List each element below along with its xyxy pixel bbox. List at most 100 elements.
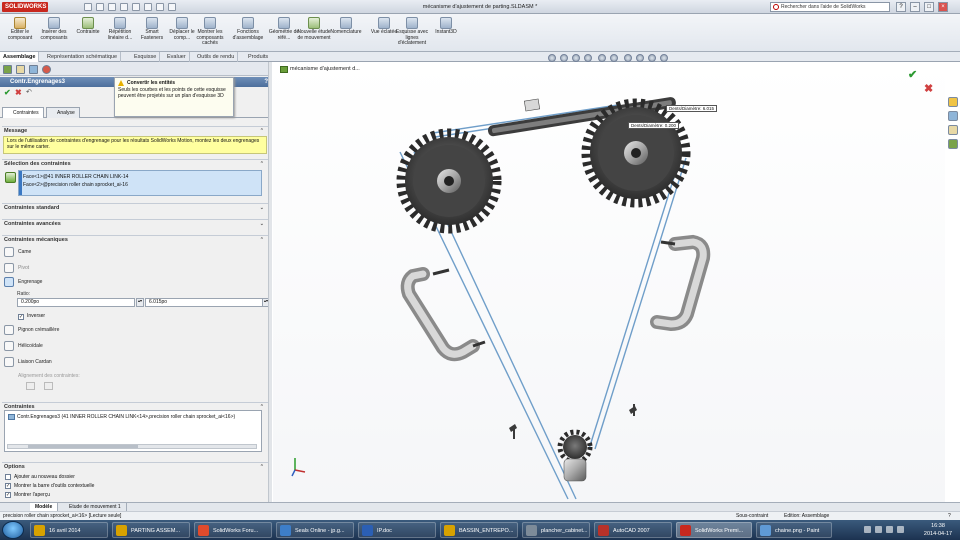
options-icon[interactable] <box>168 3 176 11</box>
property-manager-scrollbar[interactable] <box>268 62 272 502</box>
file-explorer-icon[interactable] <box>948 125 958 135</box>
display-style-icon[interactable] <box>610 54 618 62</box>
restore-button[interactable]: □ <box>924 2 934 12</box>
ratio-spinner-1[interactable]: ▴▾ <box>136 298 144 307</box>
cmd-button[interactable]: Nouvelle étude de mouvement <box>296 16 332 50</box>
solidworks-logo[interactable]: SOLIDWORKS <box>2 2 48 12</box>
taskbar-item[interactable]: SolidWorks Foru... <box>194 522 272 538</box>
view-orientation-icon[interactable] <box>598 54 606 62</box>
taskbar-item[interactable]: chaine.png - Paint <box>756 522 832 538</box>
scrollbar-thumb[interactable] <box>28 445 138 448</box>
confirm-cancel-icon[interactable]: ✖ <box>924 82 933 95</box>
taskbar-item[interactable]: plancher_cabinet... <box>522 522 590 538</box>
tab-evaluer[interactable]: Evaluer <box>164 52 190 62</box>
undo-icon[interactable] <box>132 3 140 11</box>
tab-assemblage[interactable]: Assemblage <box>0 52 40 62</box>
select-icon[interactable] <box>144 3 152 11</box>
clock[interactable]: 16:38 2014-04-17 <box>918 522 958 538</box>
mate-selection-list[interactable]: Face<1>@41 INNER ROLLER CHAIN LINK-14 Fa… <box>18 170 262 196</box>
collapse-icon[interactable]: ⌃ <box>260 236 264 244</box>
tab-esquisse[interactable]: Esquisse <box>131 52 161 62</box>
cmd-button[interactable]: Contrainte <box>70 16 106 50</box>
taskbar-item[interactable]: SolidWorks Premi... <box>676 522 752 538</box>
start-button[interactable] <box>2 521 24 539</box>
network-icon[interactable] <box>886 526 893 533</box>
anti-aligned-icon[interactable] <box>44 382 53 390</box>
mate-universal-joint[interactable]: Liaison Cardan <box>4 356 52 368</box>
expand-icon[interactable]: ⌄ <box>260 204 264 212</box>
minimize-button[interactable]: – <box>910 2 920 12</box>
collapse-icon[interactable]: ⌃ <box>260 127 264 135</box>
mates-list[interactable]: Contr.Engrenages3 (41 INNER ROLLER CHAIN… <box>4 410 262 452</box>
open-file-icon[interactable] <box>96 3 104 11</box>
mates-section-header[interactable]: Contraintes ⌃ <box>2 402 268 410</box>
cancel-icon[interactable]: ✖ <box>15 88 22 97</box>
previous-view-icon[interactable] <box>572 54 580 62</box>
help-search-input[interactable]: Rechercher dans l'aide de SolidWorks <box>770 2 890 12</box>
cmd-button[interactable]: Répétition linéaire d... <box>102 16 138 50</box>
new-file-icon[interactable] <box>84 3 92 11</box>
appearances-icon[interactable] <box>948 139 958 149</box>
print-icon[interactable] <box>120 3 128 11</box>
option-context-toolbar[interactable]: ✓ Montrer la barre d'outils contextuelle <box>5 482 94 490</box>
apply-scene-icon[interactable] <box>648 54 656 62</box>
resources-icon[interactable] <box>948 97 958 107</box>
advanced-mates-header[interactable]: Contraintes avancées ⌄ <box>2 219 268 227</box>
tab-representation-schematique[interactable]: Représentation schématique <box>44 52 122 62</box>
selection-item[interactable]: Face<2>@precision roller chain sprocket_… <box>23 181 128 189</box>
dimension-callout[interactable]: Dents/Diamètre: 0.200 <box>628 122 680 129</box>
graphics-area[interactable]: Dents/Diamètre: 6.015 Dents/Diamètre: 0.… <box>273 62 945 502</box>
horizontal-scrollbar[interactable] <box>7 444 257 449</box>
mechanical-mates-header[interactable]: Contraintes mécaniques ⌃ <box>2 235 268 243</box>
confirm-ok-icon[interactable]: ✔ <box>908 68 917 81</box>
message-section-header[interactable]: Message ⌃ <box>2 126 268 134</box>
tab-produits-office[interactable]: Produits Office <box>245 52 272 70</box>
cmd-button[interactable]: Nomenclature <box>328 16 364 50</box>
display-manager-icon[interactable] <box>42 65 51 74</box>
cmd-button[interactable]: Instant3D <box>428 16 464 50</box>
cmd-button[interactable]: Editer le composant <box>2 16 38 50</box>
flag-icon[interactable] <box>875 526 882 533</box>
taskbar-item[interactable]: IP.doc <box>358 522 436 538</box>
standard-mates-header[interactable]: Contraintes standard ⌄ <box>2 203 268 211</box>
options-section-header[interactable]: Options ⌃ <box>2 462 268 470</box>
view-settings-icon[interactable] <box>660 54 668 62</box>
design-library-icon[interactable] <box>948 111 958 121</box>
taskbar-item[interactable]: AutoCAD 2007 <box>594 522 672 538</box>
taskbar-item[interactable]: BASSIN_ENTREPO... <box>440 522 518 538</box>
dimension-callout[interactable]: Dents/Diamètre: 6.015 <box>666 105 718 112</box>
selection-section-header[interactable]: Sélection des contraintes ⌃ <box>2 159 268 167</box>
mate-pivot[interactable]: Pivot <box>4 262 29 274</box>
collapse-icon[interactable]: ⌃ <box>260 463 264 471</box>
reverse-checkbox[interactable]: ✓ <box>18 314 24 320</box>
feature-manager-icon[interactable] <box>3 65 12 74</box>
collapse-icon[interactable]: ⌃ <box>260 160 264 168</box>
mate-list-item[interactable]: Contr.Engrenages3 (41 INNER ROLLER CHAIN… <box>17 414 235 420</box>
edit-appearance-icon[interactable] <box>636 54 644 62</box>
taskbar-item[interactable]: Seals Online - jp.g... <box>276 522 354 538</box>
cmd-button[interactable]: Insérer des composants <box>36 16 72 50</box>
option-add-folder[interactable]: Ajouter au nouveau dossier <box>5 473 75 481</box>
flyout-tree[interactable]: mécanisme d'ajustement d... <box>280 66 360 73</box>
help-dropdown-icon[interactable]: ? <box>896 2 906 12</box>
rebuild-icon[interactable] <box>156 3 164 11</box>
tab-analyse[interactable]: Analyse <box>46 107 80 118</box>
cmd-button[interactable]: Montrer les composants cachés <box>192 16 228 50</box>
zoom-area-icon[interactable] <box>560 54 568 62</box>
mate-cam[interactable]: Came <box>4 246 31 258</box>
save-icon[interactable] <box>108 3 116 11</box>
mate-gear[interactable]: Engrenage <box>4 276 42 288</box>
section-view-icon[interactable] <box>584 54 592 62</box>
ratio-input-2[interactable]: 6.015po <box>145 298 263 307</box>
ok-icon[interactable]: ✔ <box>4 88 11 97</box>
taskbar-item[interactable]: PARTING ASSEM... <box>112 522 190 538</box>
selection-item[interactable]: Face<1>@41 INNER ROLLER CHAIN LINK-14 <box>23 173 128 181</box>
cmd-button[interactable]: Esquisse avec lignes d'éclatement <box>394 16 430 50</box>
undo-mate-icon[interactable]: ↶ <box>26 88 32 96</box>
ratio-input-1[interactable]: 0.200po <box>17 298 135 307</box>
tray-arrow-icon[interactable] <box>864 526 871 533</box>
volume-icon[interactable] <box>897 526 904 533</box>
taskbar-item[interactable]: 16 avril 2014 <box>30 522 108 538</box>
option-checkbox[interactable] <box>5 474 11 480</box>
expand-icon[interactable]: ⌄ <box>260 220 264 228</box>
